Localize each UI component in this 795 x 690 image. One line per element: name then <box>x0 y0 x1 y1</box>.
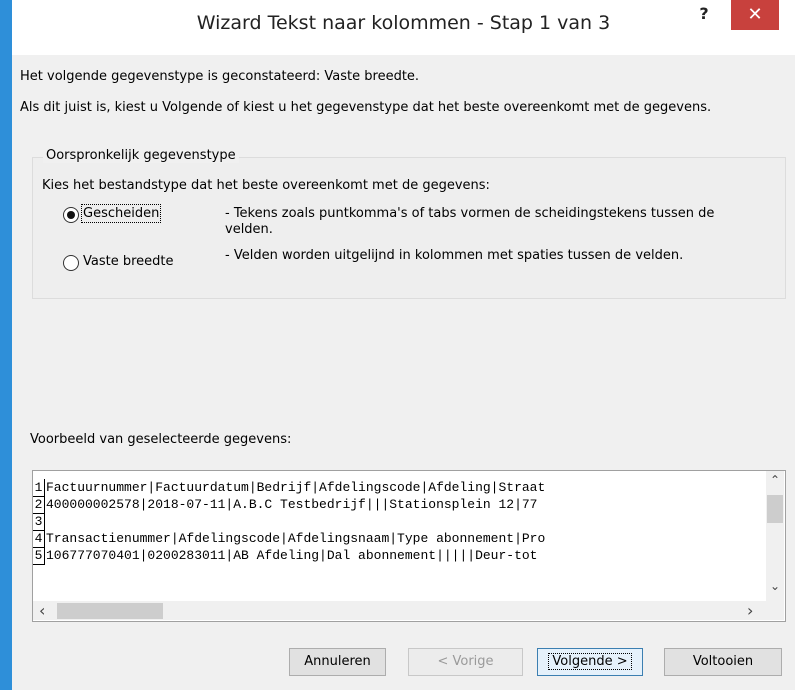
close-icon: ✕ <box>747 4 763 25</box>
preview-content: 1 Factuurnummer|Factuurdatum|Bedrijf|Afde… <box>33 471 766 601</box>
back-button[interactable]: < Vorige <box>408 648 523 676</box>
scroll-left-icon[interactable]: ‹ <box>39 601 45 620</box>
finish-button-label: Voltooien <box>692 654 754 669</box>
original-type-group: Oorspronkelijk gegevenstype Kies het bes… <box>32 148 786 299</box>
preview-row: 3 <box>33 513 46 531</box>
row-number: 1 <box>33 479 45 497</box>
back-button-label: < Vorige <box>437 654 494 669</box>
finish-button[interactable]: Voltooien <box>664 648 782 676</box>
radio-label-delimited[interactable]: Gescheiden <box>80 204 162 223</box>
group-prompt: Kies het bestandstype dat het beste over… <box>42 178 490 193</box>
preview-row: 1 Factuurnummer|Factuurdatum|Bedrijf|Afde… <box>33 479 546 497</box>
group-legend: Oorspronkelijk gegevenstype <box>43 148 239 163</box>
preview-label: Voorbeeld van geselecteerde gegevens: <box>30 432 292 447</box>
dialog-title: Wizard Tekst naar kolommen - Stap 1 van … <box>196 12 611 34</box>
cancel-button[interactable]: Annuleren <box>289 648 386 676</box>
radio-button-delimited[interactable] <box>63 207 79 223</box>
background-window-edge <box>0 0 12 690</box>
scroll-down-icon[interactable]: ⌄ <box>770 579 780 593</box>
dialog-body: Het volgende gegevenstype is geconstatee… <box>12 55 795 690</box>
row-text <box>45 514 46 529</box>
vertical-scroll-thumb[interactable] <box>767 495 783 523</box>
vertical-scrollbar[interactable]: ⌃ ⌄ <box>766 471 784 601</box>
text-to-columns-dialog: Wizard Tekst naar kolommen - Stap 1 van … <box>12 0 795 690</box>
preview-row: 4 Transactienummer|Afdelingscode|Afdeling… <box>33 530 546 548</box>
row-number: 5 <box>33 547 45 565</box>
row-number: 4 <box>33 530 45 548</box>
next-button-label: Volgende > <box>548 653 632 670</box>
horizontal-scroll-thumb[interactable] <box>57 603 163 619</box>
preview-row: 2 400000002578|2018-07-11|A.B.C Testbedri… <box>33 496 538 514</box>
radio-description-fixed-width: - Velden worden uitgelijnd in kolommen m… <box>225 248 684 263</box>
scroll-up-icon[interactable]: ⌃ <box>770 473 780 487</box>
row-text: Factuurnummer|Factuurdatum|Bedrijf|Afdel… <box>46 480 546 495</box>
data-preview[interactable]: 1 Factuurnummer|Factuurdatum|Bedrijf|Afde… <box>32 470 786 622</box>
radio-button-fixed-width[interactable] <box>63 255 79 271</box>
row-text: 106777070401|0200283011|AB Afdeling|Dal … <box>46 548 538 563</box>
horizontal-scrollbar[interactable]: ‹ › <box>33 601 784 620</box>
cancel-button-label: Annuleren <box>304 654 371 669</box>
help-button[interactable]: ? <box>692 4 716 32</box>
row-number: 3 <box>33 513 45 531</box>
title-bar: Wizard Tekst naar kolommen - Stap 1 van … <box>12 0 795 55</box>
detected-type-text: Het volgende gegevenstype is geconstatee… <box>20 69 420 84</box>
next-button[interactable]: Volgende > <box>537 648 643 676</box>
close-button[interactable]: ✕ <box>731 0 779 30</box>
instruction-text: Als dit juist is, kiest u Volgende of ki… <box>20 100 712 115</box>
preview-row: 5 106777070401|0200283011|AB Afdeling|Dal… <box>33 547 538 565</box>
row-text: Transactienummer|Afdelingscode|Afdelings… <box>46 531 546 546</box>
radio-description-delimited: - Tekens zoals puntkomma's of tabs vorme… <box>225 206 715 237</box>
row-text: 400000002578|2018-07-11|A.B.C Testbedrij… <box>46 497 538 512</box>
scroll-right-icon[interactable]: › <box>747 601 753 620</box>
row-number: 2 <box>33 496 45 514</box>
radio-label-fixed-width[interactable]: Vaste breedte <box>83 254 174 269</box>
